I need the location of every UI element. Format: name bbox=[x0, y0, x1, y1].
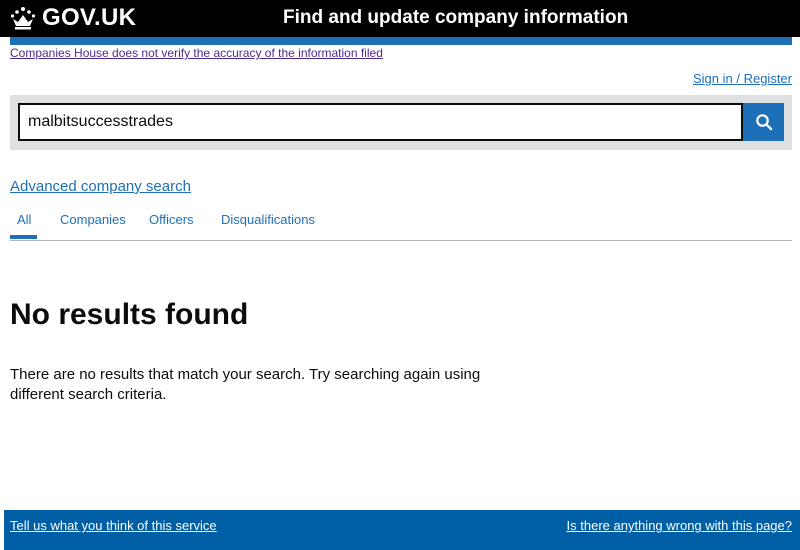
crown-icon bbox=[10, 7, 36, 30]
no-results-message: There are no results that match your sea… bbox=[10, 366, 481, 403]
results-heading: No results found bbox=[10, 298, 249, 331]
sign-in-register-link[interactable]: Sign in / Register bbox=[693, 71, 792, 86]
feedback-footer: Tell us what you think of this service I… bbox=[4, 510, 800, 550]
tab-disqualifications[interactable]: Disqualifications bbox=[221, 212, 315, 227]
header-accent-bar bbox=[10, 37, 792, 45]
govuk-logo-link[interactable]: GOV.UK bbox=[10, 3, 136, 33]
search-tabs: All Companies Officers Disqualifications bbox=[10, 205, 792, 241]
search-button[interactable] bbox=[743, 103, 784, 141]
logo-text: GOV.UK bbox=[42, 4, 137, 31]
search-icon bbox=[755, 114, 772, 131]
tab-officers[interactable]: Officers bbox=[149, 212, 194, 227]
tab-all[interactable]: All bbox=[17, 212, 31, 227]
advanced-company-search-link[interactable]: Advanced company search bbox=[10, 178, 191, 195]
site-header: GOV.UK Find and update company informati… bbox=[0, 0, 800, 37]
service-name: Find and update company information bbox=[283, 7, 629, 28]
tab-companies[interactable]: Companies bbox=[60, 212, 126, 227]
active-tab-indicator bbox=[10, 235, 37, 239]
feedback-link[interactable]: Tell us what you think of this service bbox=[10, 518, 217, 533]
accuracy-disclaimer-link[interactable]: Companies House does not verify the accu… bbox=[10, 46, 383, 60]
report-problem-link[interactable]: Is there anything wrong with this page? bbox=[567, 518, 792, 533]
company-search-input[interactable] bbox=[18, 103, 743, 141]
search-panel bbox=[10, 95, 792, 150]
